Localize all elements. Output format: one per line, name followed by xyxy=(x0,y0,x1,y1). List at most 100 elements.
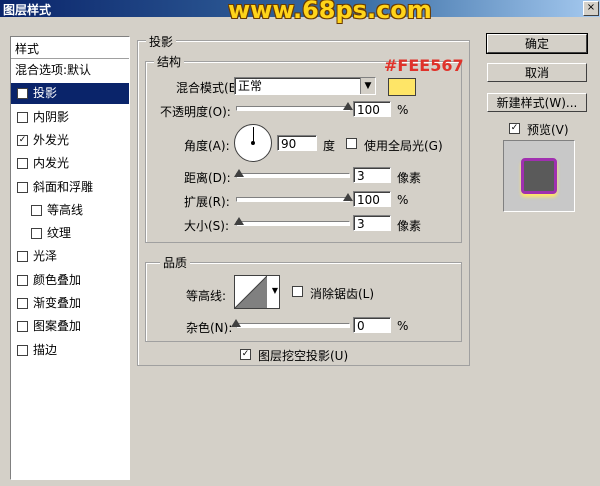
opacity-slider[interactable] xyxy=(236,106,350,111)
style-item[interactable]: 等高线 xyxy=(11,200,129,221)
knockout-checkbox[interactable]: ✓ xyxy=(240,349,251,360)
size-slider[interactable] xyxy=(236,221,350,226)
style-item-label: 渐变叠加 xyxy=(33,296,82,310)
style-item[interactable]: 斜面和浮雕 xyxy=(11,177,129,198)
new-style-button[interactable]: 新建样式(W)... xyxy=(487,93,587,112)
style-item[interactable]: 混合选项:默认 xyxy=(11,60,129,81)
size-slider-thumb[interactable] xyxy=(234,217,245,225)
preview-label: 预览(V) xyxy=(527,123,569,137)
style-item[interactable]: 内阴影 xyxy=(11,107,129,128)
style-item-label: 斜面和浮雕 xyxy=(33,179,94,194)
global-light-label: 使用全局光(G) xyxy=(364,139,443,153)
style-item-checkbox[interactable] xyxy=(17,181,28,193)
drop-shadow-title: 投影 xyxy=(146,33,177,50)
preview-swatch xyxy=(521,158,557,194)
opacity-input[interactable]: 100 xyxy=(353,101,391,117)
style-item[interactable]: 光泽 xyxy=(11,246,129,267)
spread-input[interactable]: 100 xyxy=(353,191,391,207)
spread-unit: % xyxy=(397,193,409,207)
style-item-label: 图案叠加 xyxy=(33,319,82,334)
style-item-label: 颜色叠加 xyxy=(33,272,82,287)
opacity-label: 不透明度(O): xyxy=(160,105,231,119)
size-input[interactable]: 3 xyxy=(353,215,391,231)
style-item[interactable]: 图案叠加 xyxy=(11,316,129,337)
opacity-slider-thumb[interactable] xyxy=(343,102,353,110)
distance-label: 距离(D): xyxy=(184,171,231,185)
style-item[interactable]: 纹理 xyxy=(11,223,129,244)
spread-slider-thumb[interactable] xyxy=(343,193,353,201)
noise-slider-thumb[interactable] xyxy=(231,319,241,327)
style-item-label: 等高线 xyxy=(47,202,84,217)
style-list-header: 样式 xyxy=(11,37,129,59)
noise-unit: % xyxy=(397,319,409,333)
distance-slider-thumb[interactable] xyxy=(234,169,245,177)
antialias-checkbox[interactable] xyxy=(292,286,303,297)
contour-preview-icon xyxy=(235,276,267,308)
style-item-label: 外发光 xyxy=(33,132,70,147)
style-item-label: 光泽 xyxy=(33,249,58,264)
close-button[interactable]: × xyxy=(583,1,599,16)
angle-input[interactable]: 90 xyxy=(277,135,317,151)
distance-slider[interactable] xyxy=(236,173,350,178)
watermark: www.68ps.com xyxy=(228,0,432,24)
title-bar: 图层样式 www.68ps.com × xyxy=(0,0,600,24)
style-item[interactable]: 渐变叠加 xyxy=(11,293,129,314)
preview-checkbox[interactable]: ✓ xyxy=(509,123,520,134)
spread-label: 扩展(R): xyxy=(184,195,230,209)
style-item[interactable]: 内发光 xyxy=(11,153,129,174)
spread-slider[interactable] xyxy=(236,197,350,202)
style-list-header-label: 样式 xyxy=(15,42,40,56)
style-item[interactable]: 描边 xyxy=(11,340,129,361)
distance-unit: 像素 xyxy=(397,171,422,185)
style-item[interactable]: 颜色叠加 xyxy=(11,270,129,291)
style-item-checkbox[interactable] xyxy=(17,111,28,123)
style-item-checkbox[interactable]: ✓ xyxy=(17,88,28,100)
style-preview xyxy=(503,140,575,212)
chevron-down-icon[interactable]: ▼ xyxy=(360,78,375,94)
style-item-checkbox[interactable] xyxy=(17,321,28,333)
style-item-checkbox[interactable] xyxy=(17,158,28,170)
style-item-checkbox[interactable] xyxy=(17,298,28,309)
opacity-unit: % xyxy=(397,103,409,117)
noise-input[interactable]: 0 xyxy=(353,317,391,333)
shadow-color-swatch[interactable] xyxy=(388,78,416,96)
color-annotation: #FEE567 xyxy=(384,56,464,75)
knockout-label: 图层挖空投影(U) xyxy=(258,349,349,363)
noise-label: 杂色(N): xyxy=(186,321,233,335)
ok-button[interactable]: 确定 xyxy=(486,33,588,54)
style-item-checkbox[interactable] xyxy=(31,204,42,216)
style-item-label: 投影 xyxy=(33,86,58,101)
angle-unit: 度 xyxy=(323,139,336,153)
style-item-label: 内阴影 xyxy=(33,109,70,124)
style-item-checkbox[interactable] xyxy=(31,228,42,240)
style-item-label: 内发光 xyxy=(33,156,70,171)
quality-title: 品质 xyxy=(160,254,191,271)
angle-dial[interactable] xyxy=(234,124,272,162)
style-item-checkbox[interactable] xyxy=(17,274,28,286)
noise-slider[interactable] xyxy=(236,323,350,328)
style-item-checkbox[interactable] xyxy=(17,344,28,356)
antialias-label: 消除锯齿(L) xyxy=(310,287,375,301)
distance-input[interactable]: 3 xyxy=(353,167,391,183)
window-title: 图层样式 xyxy=(3,3,52,17)
size-unit: 像素 xyxy=(397,219,422,233)
angle-dial-center xyxy=(251,141,255,145)
style-item-checkbox[interactable] xyxy=(17,251,28,263)
contour-picker[interactable]: ▼ xyxy=(234,275,280,309)
style-item-label: 描边 xyxy=(33,342,58,357)
style-item-label: 混合选项:默认 xyxy=(15,63,92,77)
contour-label: 等高线: xyxy=(186,289,227,303)
angle-label: 角度(A): xyxy=(184,139,230,153)
style-item[interactable]: ✓ 投影 xyxy=(11,83,129,105)
style-list: 样式 混合选项:默认 ✓ 投影内阴影 ✓ 外发光内发光斜面和浮雕等高线纹理光泽颜色叠加渐… xyxy=(10,36,130,480)
blend-mode-select[interactable]: 正常 ▼ xyxy=(234,77,376,95)
cancel-button[interactable]: 取消 xyxy=(487,63,587,82)
structure-title: 结构 xyxy=(154,53,185,70)
style-item-label: 纹理 xyxy=(47,226,72,241)
style-item[interactable]: ✓ 外发光 xyxy=(11,130,129,151)
contour-dropdown-icon[interactable]: ▼ xyxy=(272,286,278,295)
size-label: 大小(S): xyxy=(184,219,230,233)
global-light-checkbox[interactable] xyxy=(346,138,357,149)
blend-mode-value: 正常 xyxy=(238,79,263,93)
style-item-checkbox[interactable]: ✓ xyxy=(17,134,28,146)
